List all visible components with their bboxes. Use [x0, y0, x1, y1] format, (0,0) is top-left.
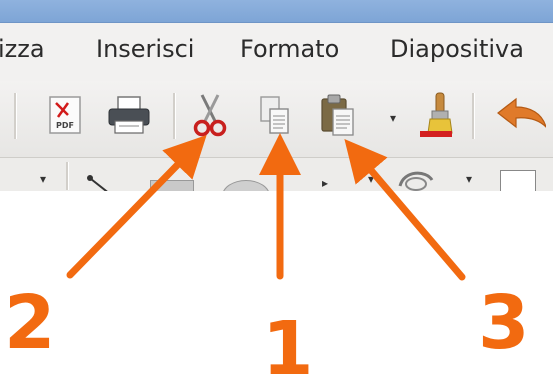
callout-number-three: 3	[478, 280, 530, 366]
arrow-to-paste	[344, 139, 466, 281]
arrow-to-cut	[66, 134, 207, 279]
callout-number-two: 2	[4, 280, 56, 366]
callout-number-one: 1	[262, 306, 314, 392]
